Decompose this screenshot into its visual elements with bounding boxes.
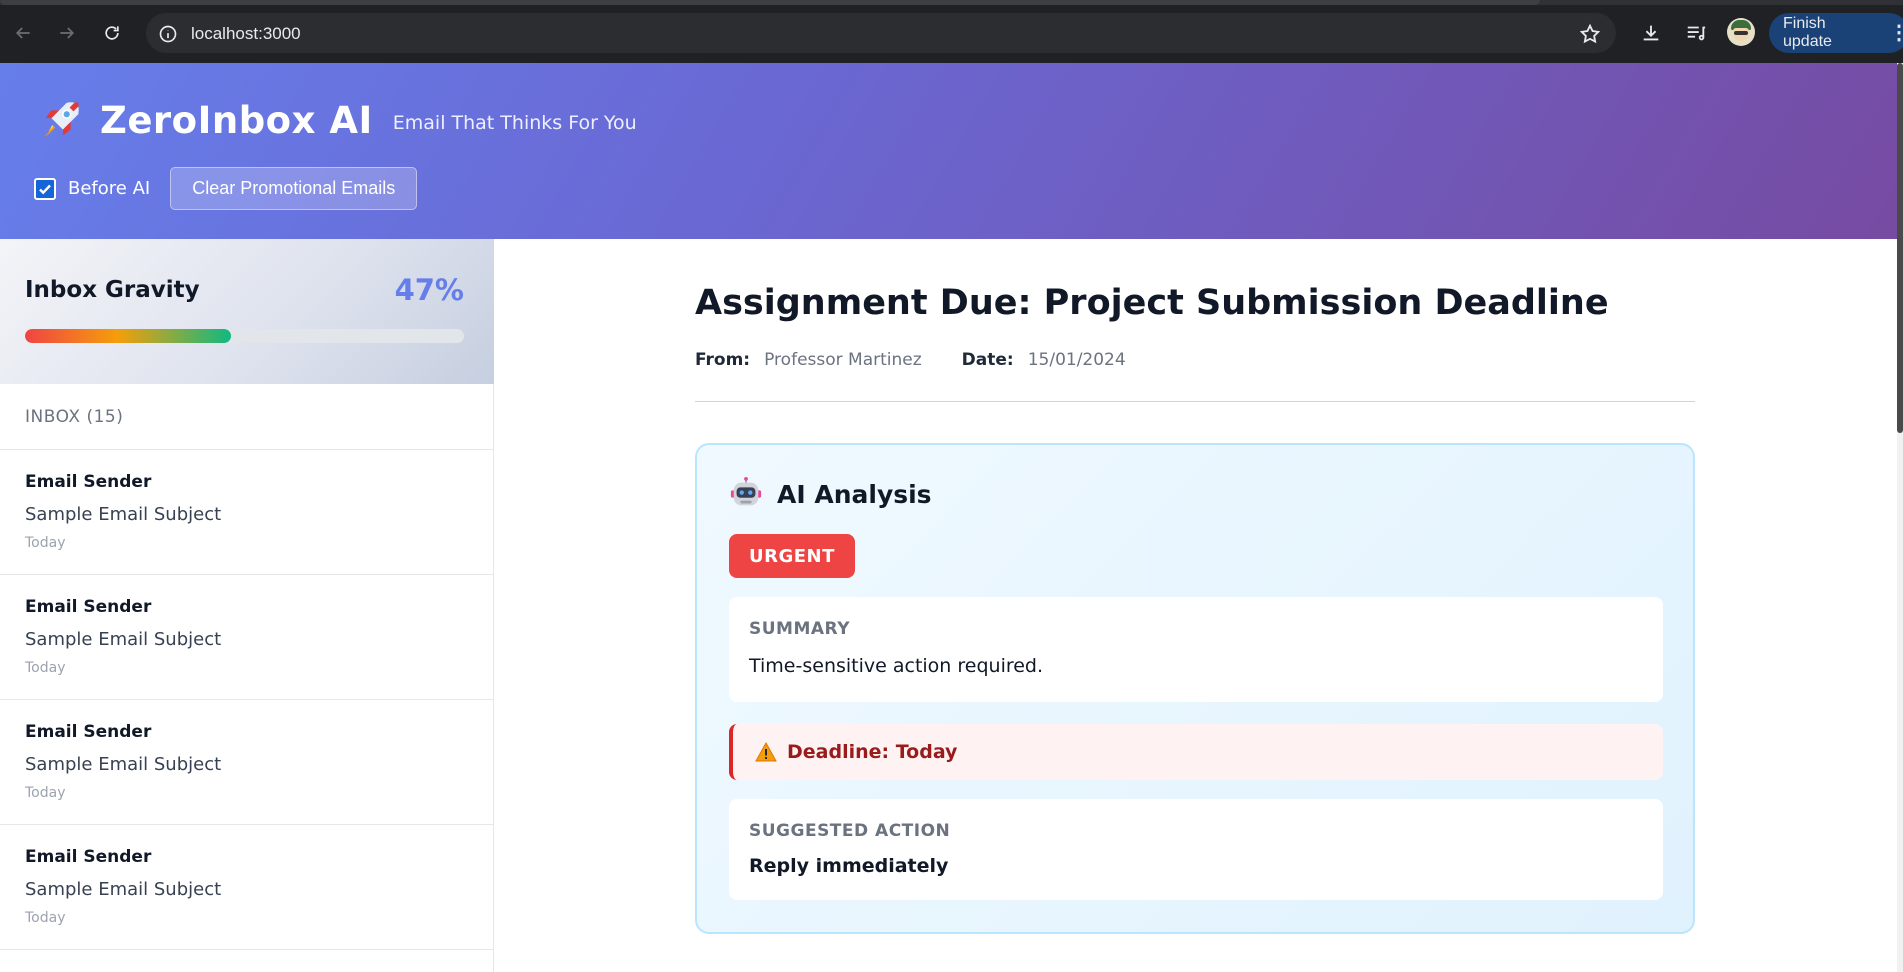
app-tagline: Email That Thinks For You <box>392 112 637 134</box>
browser-toolbar: localhost:3000 Finish update ⋮ <box>0 0 1903 63</box>
ai-analysis-header: AI Analysis <box>729 477 932 511</box>
deadline-alert: Deadline: Today <box>729 724 1663 780</box>
from-value: Professor Martinez <box>764 350 922 370</box>
email-date: Today <box>25 535 66 551</box>
active-tab-edge <box>0 0 1540 5</box>
page-scrollbar[interactable] <box>1897 63 1903 972</box>
divider <box>695 401 1695 402</box>
tab-strip <box>0 0 1903 5</box>
url-text[interactable]: localhost:3000 <box>191 24 301 44</box>
forward-button[interactable] <box>51 17 83 49</box>
deadline-text: Deadline: Today <box>787 741 958 763</box>
email-subject: Sample Email Subject <box>25 629 222 650</box>
check-icon <box>39 184 51 194</box>
scrollbar-thumb[interactable] <box>1897 63 1903 433</box>
before-ai-label[interactable]: Before AI <box>68 178 150 199</box>
email-subject: Sample Email Subject <box>25 754 222 775</box>
sidebar: Inbox Gravity 47% INBOX (15) Email Sende… <box>0 239 494 972</box>
email-sender: Email Sender <box>25 847 152 867</box>
arrow-right-icon <box>60 27 75 39</box>
back-button[interactable] <box>7 17 39 49</box>
email-subject: Sample Email Subject <box>25 504 222 525</box>
rocket-icon <box>43 102 79 138</box>
app-title: ZeroInbox AI <box>100 98 373 142</box>
address-bar[interactable]: localhost:3000 <box>146 13 1616 53</box>
app-header: ZeroInbox AI Email That Thinks For You B… <box>0 63 1897 239</box>
brand: ZeroInbox AI Email That Thinks For You <box>38 97 637 143</box>
reload-button[interactable] <box>96 17 128 49</box>
email-date: Today <box>25 660 66 676</box>
summary-panel: SUMMARY Time-sensitive action required. <box>729 597 1663 702</box>
date-value: 15/01/2024 <box>1027 350 1126 370</box>
from-label: From: <box>695 350 751 370</box>
email-title: Assignment Due: Project Submission Deadl… <box>695 283 1609 323</box>
reload-icon <box>105 26 119 40</box>
suggested-action-text: Reply immediately <box>749 855 949 877</box>
finish-update-button[interactable]: Finish update ⋮ <box>1769 13 1903 53</box>
email-subject: Sample Email Subject <box>25 879 222 900</box>
before-ai-checkbox[interactable] <box>34 177 56 200</box>
email-sender: Email Sender <box>25 597 152 617</box>
more-vert-icon: ⋮ <box>1889 22 1903 44</box>
clear-promotional-button[interactable]: Clear Promotional Emails <box>170 167 418 210</box>
email-sender: Email Sender <box>25 722 152 742</box>
inbox-gravity-bar <box>25 329 464 343</box>
email-date: Today <box>25 910 66 926</box>
robot-icon <box>730 477 762 506</box>
ai-analysis-card: AI Analysis URGENT SUMMARY Time-sensitiv… <box>695 443 1695 934</box>
warning-icon <box>755 742 777 762</box>
email-list-item[interactable]: Email Sender Sample Email Subject Today <box>0 575 494 700</box>
email-list-item[interactable]: Email Sender Sample Email Subject Today <box>0 700 494 825</box>
inbox-gravity-card: Inbox Gravity 47% <box>0 239 494 384</box>
finish-update-label: Finish update <box>1783 15 1832 50</box>
suggested-action-label: SUGGESTED ACTION <box>749 821 951 841</box>
ai-analysis-title: AI Analysis <box>777 479 932 509</box>
priority-badge: URGENT <box>729 534 855 578</box>
email-list-item[interactable]: Email Sender Sample Email Subject Today <box>0 450 494 575</box>
inbox-gravity-percent: 47% <box>394 273 464 307</box>
inbox-gravity-title: Inbox Gravity <box>25 277 200 303</box>
inbox-gravity-bar-fill <box>25 329 232 343</box>
email-detail: Assignment Due: Project Submission Deadl… <box>495 239 1897 972</box>
media-queue-icon[interactable] <box>1682 19 1710 47</box>
summary-text: Time-sensitive action required. <box>749 655 1044 677</box>
email-date: Today <box>25 785 66 801</box>
bookmark-star-icon[interactable] <box>1579 23 1601 49</box>
header-controls: Before AI Clear Promotional Emails <box>34 167 418 210</box>
date-label: Date: <box>961 350 1014 370</box>
arrow-left-icon <box>15 27 30 39</box>
email-list: Email Sender Sample Email Subject Today … <box>0 450 494 950</box>
email-list-item[interactable]: Email Sender Sample Email Subject Today <box>0 825 494 950</box>
email-sender: Email Sender <box>25 472 152 492</box>
suggested-action-panel: SUGGESTED ACTION Reply immediately <box>729 799 1663 900</box>
site-info-icon[interactable] <box>157 23 179 45</box>
inbox-header: INBOX (15) <box>0 384 494 450</box>
download-icon[interactable] <box>1637 19 1665 47</box>
email-meta: From: Professor Martinez Date: 15/01/202… <box>695 350 1126 370</box>
profile-avatar[interactable] <box>1727 18 1755 46</box>
summary-label: SUMMARY <box>749 619 851 639</box>
